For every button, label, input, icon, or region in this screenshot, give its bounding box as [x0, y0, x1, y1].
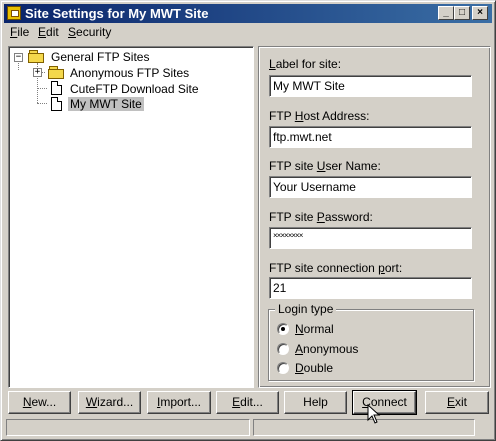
password-label: FTP site Password:: [269, 210, 373, 224]
user-name-input[interactable]: Your Username: [269, 176, 472, 198]
menu-file[interactable]: File: [10, 25, 29, 39]
app-icon: [7, 6, 21, 20]
mouse-cursor-icon: [367, 404, 381, 424]
collapse-icon[interactable]: −: [14, 53, 23, 62]
tree-node-label: Anonymous FTP Sites: [70, 66, 190, 80]
status-bar: [4, 419, 492, 437]
label-for-site-label: Label for site:: [269, 57, 342, 71]
menu-edit-hotkey: E: [38, 25, 47, 39]
tree-node-anonymous-ftp-sites[interactable]: + Anonymous FTP Sites: [29, 65, 239, 81]
expand-icon[interactable]: +: [33, 68, 42, 77]
minimize-button[interactable]: _: [438, 6, 454, 20]
radio-double-label: Double: [295, 361, 334, 375]
title-bar[interactable]: Site Settings for My MWT Site _ □ ×: [4, 4, 492, 23]
menu-edit[interactable]: Edit: [38, 25, 59, 39]
site-settings-panel: Label for site: My MWT Site FTP Host Add…: [258, 46, 491, 388]
site-settings-window: Site Settings for My MWT Site _ □ × File…: [0, 0, 496, 441]
close-button[interactable]: ×: [472, 6, 488, 20]
radio-anonymous[interactable]: [277, 343, 289, 355]
host-address-input[interactable]: ftp.mwt.net: [269, 126, 472, 148]
window-title: Site Settings for My MWT Site: [25, 6, 209, 21]
connect-button[interactable]: Connect: [352, 390, 417, 415]
radio-double[interactable]: [277, 362, 289, 374]
radio-anonymous-label: Anonymous: [295, 342, 359, 356]
menu-file-label: ile: [17, 25, 30, 39]
import-button[interactable]: Import...: [147, 391, 211, 414]
status-panel-left: [6, 419, 250, 436]
password-input[interactable]: ××××××××: [269, 227, 472, 249]
tree-node-cuteftp-download-site[interactable]: CuteFTP Download Site: [29, 81, 239, 97]
tree-node-label: CuteFTP Download Site: [70, 82, 199, 96]
document-icon: [51, 81, 62, 95]
menu-security-hotkey: S: [68, 25, 77, 39]
help-button[interactable]: Help: [284, 391, 347, 414]
host-address-label: FTP Host Address:: [269, 109, 370, 123]
folder-icon: [48, 66, 66, 79]
menu-edit-label: dit: [46, 25, 59, 39]
tree-node-label: General FTP Sites: [51, 50, 150, 64]
maximize-button[interactable]: □: [454, 6, 470, 20]
folder-open-icon: [28, 50, 46, 63]
user-name-label: FTP site User Name:: [269, 159, 381, 173]
exit-button[interactable]: Exit: [425, 391, 489, 414]
radio-normal-label: Normal: [295, 322, 334, 336]
tree-node-my-mwt-site[interactable]: My MWT Site: [29, 96, 239, 112]
document-icon: [51, 97, 62, 111]
new-button[interactable]: New...: [8, 391, 71, 414]
login-type-legend: Login type: [275, 302, 337, 316]
edit-button[interactable]: Edit...: [216, 391, 279, 414]
tree-node-label: My MWT Site: [68, 97, 144, 111]
menu-security-label: ecurity: [76, 25, 112, 39]
radio-normal[interactable]: [277, 323, 289, 335]
port-label: FTP site connection port:: [269, 261, 403, 275]
menu-bar: File Edit Security: [4, 23, 492, 41]
login-type-group: Login type Normal Anonymous Double: [268, 302, 474, 381]
port-input[interactable]: 21: [269, 277, 472, 299]
menu-security[interactable]: Security: [68, 25, 111, 39]
tree-node-general-ftp-sites[interactable]: − General FTP Sites: [13, 49, 243, 65]
status-panel-right: [253, 419, 475, 436]
label-for-site-input[interactable]: My MWT Site: [269, 75, 472, 97]
wizard-button[interactable]: Wizard...: [78, 391, 141, 414]
site-tree[interactable]: − General FTP Sites + Anonymous FTP Site…: [8, 46, 254, 388]
